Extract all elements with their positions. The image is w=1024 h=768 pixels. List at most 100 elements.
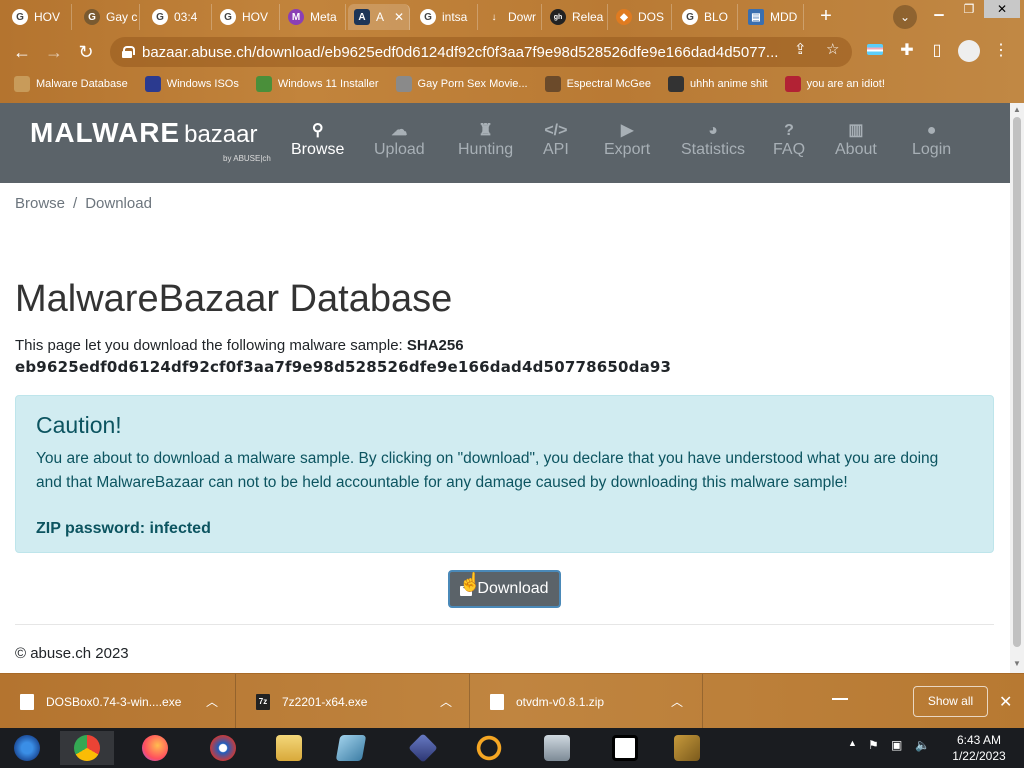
- breadcrumb: Browse / Download: [15, 195, 152, 212]
- nav-hunting[interactable]: ♜ Hunting: [458, 121, 513, 159]
- menu-kebab-icon[interactable]: ⋮: [990, 40, 1012, 62]
- nav-upload[interactable]: ☁ Upload: [374, 121, 425, 159]
- download-item-otvdm[interactable]: otvdm-v0.8.1.zip ︿: [470, 674, 703, 729]
- nav-about[interactable]: ▥ About: [835, 121, 877, 159]
- system-clock[interactable]: 6:43 AM 1/22/2023: [940, 732, 1018, 764]
- tab-label: MDD: [770, 10, 798, 24]
- dos-favicon-icon: ◆: [616, 9, 632, 25]
- tab-10[interactable]: ◆ DOS: [610, 4, 672, 30]
- scroll-thumb[interactable]: [1013, 117, 1021, 647]
- bookmarks-bar: Malware Database Windows ISOs Windows 11…: [0, 70, 1024, 98]
- nav-export[interactable]: ▶ Export: [604, 121, 650, 159]
- avatar-icon: [544, 76, 561, 92]
- tab-1[interactable]: G HOV: [6, 4, 72, 30]
- tab-4[interactable]: G HOV: [214, 4, 280, 30]
- address-bar[interactable]: bazaar.abuse.ch/download/eb9625edf0d6124…: [110, 37, 852, 67]
- page-scrollbar[interactable]: ▲ ▼: [1010, 103, 1024, 673]
- page-title: MalwareBazaar Database: [15, 278, 453, 320]
- clock-date: 1/22/2023: [952, 749, 1006, 763]
- chevron-up-icon[interactable]: ︿: [440, 693, 452, 710]
- forward-arrow-icon[interactable]: →: [42, 40, 66, 64]
- breadcrumb-browse-link[interactable]: Browse: [15, 195, 65, 212]
- tab-8[interactable]: ↓ Dowr: [480, 4, 542, 30]
- new-tab-button[interactable]: +: [814, 6, 838, 28]
- tray-chevron-icon[interactable]: ▲: [848, 738, 857, 748]
- taskbar-dosbox[interactable]: [660, 731, 714, 765]
- bookmark-label: you are an idiot!: [806, 78, 885, 90]
- close-downloads-icon[interactable]: ✕: [999, 692, 1012, 712]
- scroll-down-icon[interactable]: ▼: [1012, 659, 1022, 668]
- nav-label: About: [835, 141, 877, 158]
- show-all-button[interactable]: Show all: [913, 686, 988, 717]
- nav-label: Hunting: [458, 141, 514, 158]
- downloads-bar: DOSBox0.74-3-win....exe ︿ 7z 7z2201-x64.e…: [0, 673, 1024, 729]
- taskbar-taskmgr[interactable]: [530, 731, 584, 765]
- nav-login[interactable]: ● Login: [912, 121, 951, 159]
- restore-icon[interactable]: ❐: [954, 0, 984, 18]
- taskbar-firefox[interactable]: [128, 731, 182, 765]
- dosbox-icon: [674, 735, 700, 761]
- taskbar-notepad[interactable]: [324, 731, 378, 765]
- side-panel-icon[interactable]: ▯: [926, 40, 948, 62]
- tab-11[interactable]: G BLO: [676, 4, 738, 30]
- zip-file-icon: [490, 693, 504, 710]
- back-arrow-icon[interactable]: ←: [10, 40, 34, 64]
- download-item-dosbox[interactable]: DOSBox0.74-3-win....exe ︿: [0, 674, 236, 729]
- bookmark-anime[interactable]: uhhh anime shit: [667, 76, 768, 92]
- pie-chart-icon: ◕: [708, 122, 718, 139]
- tab-label: HOV: [242, 10, 269, 24]
- scroll-up-icon[interactable]: ▲: [1012, 105, 1022, 114]
- network-icon[interactable]: ▣: [891, 738, 902, 752]
- logo-sub-text: bazaar: [184, 121, 258, 148]
- tab-7[interactable]: Gintsa: [414, 4, 478, 30]
- file-export-icon: ▶: [620, 122, 634, 139]
- taskbar-explorer[interactable]: [262, 731, 316, 765]
- search-icon: ⚲: [311, 122, 324, 139]
- profile-avatar[interactable]: [958, 40, 980, 62]
- extension-flag-icon[interactable]: [864, 40, 886, 62]
- start-button[interactable]: [0, 731, 54, 765]
- tab-9[interactable]: gh Relea: [544, 4, 608, 30]
- tab-label: intsa: [442, 10, 468, 24]
- sha-label: SHA256: [406, 337, 464, 354]
- bookmark-malware-database[interactable]: Malware Database: [14, 76, 128, 92]
- nav-label: Login: [912, 141, 952, 158]
- taskbar-search[interactable]: [462, 731, 516, 765]
- reload-icon[interactable]: ↻: [74, 40, 98, 64]
- tab-12[interactable]: ▤ MDD: [742, 4, 804, 30]
- window-close-icon[interactable]: ✕: [984, 0, 1020, 18]
- site-favicon-icon: G: [84, 9, 100, 25]
- bookmark-espectral-mcgee[interactable]: Espectral McGee: [544, 76, 651, 92]
- nav-browse[interactable]: ⚲ Browse: [291, 121, 344, 159]
- taskbar-chrome[interactable]: [60, 731, 114, 765]
- tab-2[interactable]: G Gay c: [78, 4, 140, 30]
- flag-icon[interactable]: ⚑: [868, 738, 879, 752]
- tab-6-active[interactable]: A A ✕: [348, 4, 410, 30]
- extensions-puzzle-icon[interactable]: ✚: [896, 40, 918, 62]
- site-icon: [395, 76, 412, 92]
- tab-search-chevron-icon[interactable]: ⌄: [893, 5, 917, 29]
- nav-statistics[interactable]: ◕ Statistics: [681, 121, 745, 159]
- chevron-up-icon[interactable]: ︿: [206, 693, 218, 710]
- download-item-7zip[interactable]: 7z 7z2201-x64.exe ︿: [236, 674, 470, 729]
- taskbar-app-diamond[interactable]: [396, 731, 450, 765]
- bookmark-windows-11-installer[interactable]: Windows 11 Installer: [255, 76, 379, 92]
- share-icon[interactable]: ⇪: [794, 40, 807, 58]
- bookmark-idiot[interactable]: you are an idiot!: [784, 76, 885, 92]
- taskbar-ie[interactable]: [196, 731, 250, 765]
- tab-3[interactable]: G 03:4: [146, 4, 212, 30]
- volume-icon[interactable]: 🔈: [915, 738, 930, 752]
- tab-close-icon[interactable]: ✕: [394, 10, 404, 24]
- tab-label: BLO: [704, 10, 729, 24]
- nav-api[interactable]: </> API: [543, 121, 569, 159]
- divider: [15, 624, 994, 625]
- chevron-up-icon[interactable]: ︿: [671, 693, 683, 710]
- nav-faq[interactable]: ? FAQ: [773, 121, 805, 159]
- tab-5[interactable]: M Meta: [282, 4, 346, 30]
- taskbar-7zip[interactable]: [598, 731, 652, 765]
- bookmark-star-icon[interactable]: ☆: [826, 40, 839, 58]
- malwarebazaar-logo[interactable]: MALWARE bazaar by ABUSE|ch: [30, 117, 271, 163]
- bookmark-movie[interactable]: Gay Porn Sex Movie...: [395, 76, 528, 92]
- minimize-icon[interactable]: ▁: [924, 0, 954, 18]
- bookmark-windows-isos[interactable]: Windows ISOs: [144, 76, 239, 92]
